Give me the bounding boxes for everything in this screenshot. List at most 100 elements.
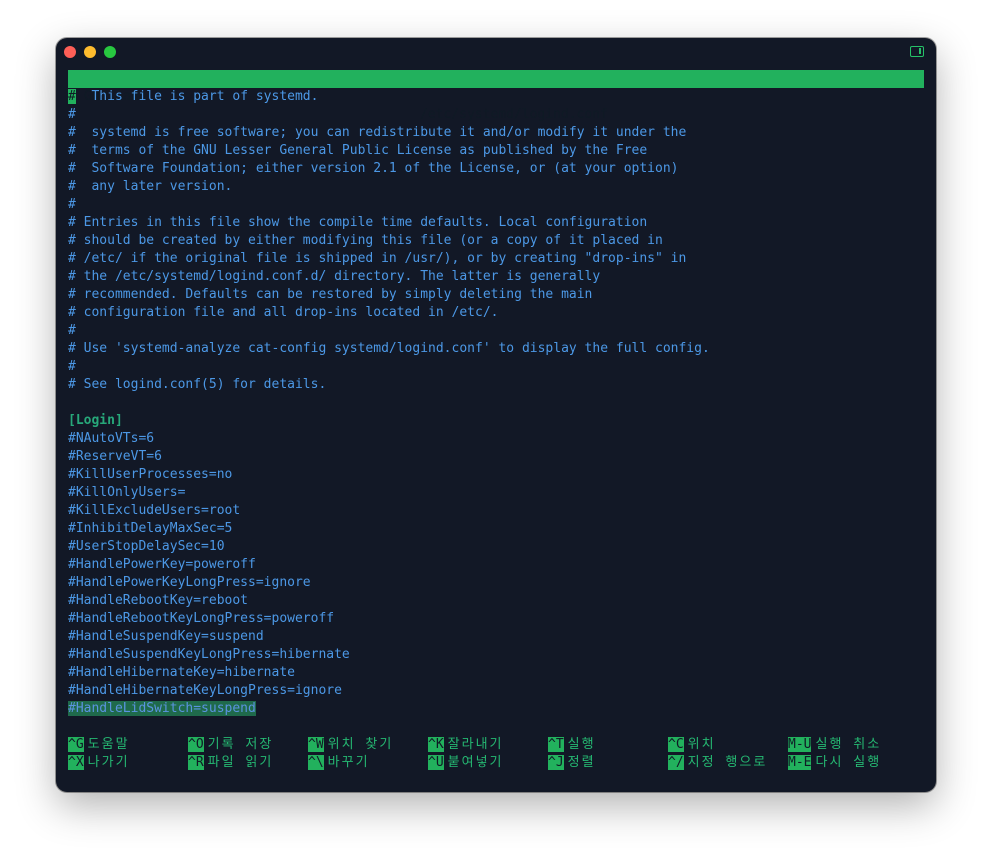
- file-line: #NAutoVTs=6: [68, 430, 154, 448]
- shortcut-item[interactable]: ^G 도움말: [68, 736, 130, 754]
- file-line: #HandleHibernateKey=hibernate: [68, 664, 295, 682]
- line-text: #: [68, 197, 76, 212]
- shortcut-label: 실행: [567, 737, 596, 752]
- shortcut-key: ^/: [668, 755, 684, 770]
- file-line: # systemd is free software; you can redi…: [68, 124, 686, 142]
- file-line: #: [68, 196, 76, 214]
- shortcut-label: 다시 실행: [815, 755, 882, 770]
- line-text: #NAutoVTs=6: [68, 431, 155, 446]
- file-line: #KillOnlyUsers=: [68, 484, 185, 502]
- file-line: #HandleSuspendKeyLongPress=hibernate: [68, 646, 350, 664]
- title-bar: [56, 38, 936, 68]
- line-text: # systemd is free software; you can redi…: [68, 125, 687, 140]
- zoom-window-button[interactable]: [104, 46, 116, 58]
- shortcut-item[interactable]: M-E 다시 실행: [788, 754, 881, 772]
- line-text: # terms of the GNU Lesser General Public…: [68, 143, 648, 158]
- shortcut-item[interactable]: ^X 나가기: [68, 754, 130, 772]
- line-text: #: [68, 107, 76, 122]
- shortcut-item[interactable]: ^R 파일 읽기: [188, 754, 273, 772]
- shortcut-item[interactable]: ^W 위치 찾기: [308, 736, 393, 754]
- line-text: #: [68, 359, 76, 374]
- file-line: # configuration file and all drop-ins lo…: [68, 304, 498, 322]
- shortcut-key: ^T: [548, 737, 564, 752]
- line-text: # should be created by either modifying …: [68, 233, 663, 248]
- shortcut-label: 나가기: [87, 755, 130, 770]
- line-text: #HandlePowerKeyLongPress=ignore: [68, 575, 311, 590]
- file-line: #InhibitDelayMaxSec=5: [68, 520, 232, 538]
- shortcut-item[interactable]: ^K 잘라내기: [428, 736, 504, 754]
- shortcut-key: ^X: [68, 755, 84, 770]
- shortcut-label: 도움말: [87, 737, 130, 752]
- shortcut-label: 정렬: [567, 755, 596, 770]
- shortcut-key: M-E: [788, 755, 812, 770]
- shortcut-item[interactable]: ^J 정렬: [548, 754, 596, 772]
- line-text: [Login]: [68, 413, 123, 428]
- text-cursor: #: [68, 89, 76, 104]
- shortcut-key: ^\: [308, 755, 324, 770]
- shortcut-label: 위치 찾기: [327, 737, 394, 752]
- file-line: # Use 'systemd-analyze cat-config system…: [68, 340, 710, 358]
- shortcut-key: ^K: [428, 737, 444, 752]
- shortcut-key: ^R: [188, 755, 204, 770]
- shortcut-item[interactable]: ^C 위치: [668, 736, 716, 754]
- file-line: #HandleRebootKeyLongPress=poweroff: [68, 610, 334, 628]
- shortcut-item[interactable]: ^T 실행: [548, 736, 596, 754]
- file-line: # See logind.conf(5) for details.: [68, 376, 326, 394]
- file-line: #ReserveVT=6: [68, 448, 162, 466]
- file-line: #HandlePowerKey=poweroff: [68, 556, 256, 574]
- line-text: # any later version.: [68, 179, 233, 194]
- shortcut-label: 붙여넣기: [447, 755, 504, 770]
- shortcut-label: 실행 취소: [815, 737, 882, 752]
- shortcut-label: 기록 저장: [207, 737, 274, 752]
- shortcut-item[interactable]: ^O 기록 저장: [188, 736, 273, 754]
- nano-editor[interactable]: GNU nano 7.2 /etc/systemd/logind.conf # …: [68, 70, 924, 780]
- line-text: #KillExcludeUsers=root: [68, 503, 241, 518]
- sidebar-toggle-icon[interactable]: [910, 46, 924, 57]
- line-text: #: [68, 323, 76, 338]
- file-line: #: [68, 322, 76, 340]
- line-text: #HandleHibernateKeyLongPress=ignore: [68, 683, 342, 698]
- shortcut-key: ^J: [548, 755, 564, 770]
- shortcut-item[interactable]: M-U 실행 취소: [788, 736, 881, 754]
- shortcut-item[interactable]: ^U 붙여넣기: [428, 754, 504, 772]
- shortcut-label: 위치: [687, 737, 716, 752]
- file-line: #KillExcludeUsers=root: [68, 502, 240, 520]
- file-line: #HandleSuspendKey=suspend: [68, 628, 264, 646]
- file-line: # any later version.: [68, 178, 232, 196]
- shortcut-key: ^G: [68, 737, 84, 752]
- shortcut-key: M-U: [788, 737, 812, 752]
- line-text: # Use 'systemd-analyze cat-config system…: [68, 341, 710, 356]
- line-text: # Entries in this file show the compile …: [68, 215, 648, 230]
- line-text: #HandleSuspendKeyLongPress=hibernate: [68, 647, 350, 662]
- line-text: # /etc/ if the original file is shipped …: [68, 251, 687, 266]
- line-text: # the /etc/systemd/logind.conf.d/ direct…: [68, 269, 601, 284]
- close-window-button[interactable]: [64, 46, 76, 58]
- file-line: #: [68, 106, 76, 124]
- shortcut-label: 바꾸기: [327, 755, 370, 770]
- shortcut-label: 잘라내기: [447, 737, 504, 752]
- shortcut-label: 파일 읽기: [207, 755, 274, 770]
- line-text: #HandleRebootKey=reboot: [68, 593, 249, 608]
- file-line: [Login]: [68, 412, 123, 430]
- line-text: # Software Foundation; either version 2.…: [68, 161, 679, 176]
- file-line: #UserStopDelaySec=10: [68, 538, 225, 556]
- shortcut-item[interactable]: ^\ 바꾸기: [308, 754, 370, 772]
- line-text: #InhibitDelayMaxSec=5: [68, 521, 233, 536]
- line-text: This file is part of systemd.: [75, 89, 319, 104]
- file-line: # should be created by either modifying …: [68, 232, 663, 250]
- shortcut-label: 지정 행으로: [687, 755, 768, 770]
- nano-header-bar: GNU nano 7.2 /etc/systemd/logind.conf: [68, 70, 924, 122]
- minimize-window-button[interactable]: [84, 46, 96, 58]
- line-text: #HandleLidSwitch=suspend: [68, 701, 256, 716]
- line-text: #HandlePowerKey=poweroff: [68, 557, 256, 572]
- line-text: # See logind.conf(5) for details.: [68, 377, 327, 392]
- file-line: # terms of the GNU Lesser General Public…: [68, 142, 647, 160]
- shortcut-item[interactable]: ^/지정 행으로: [668, 754, 767, 772]
- line-text: #ReserveVT=6: [68, 449, 162, 464]
- file-line: # recommended. Defaults can be restored …: [68, 286, 592, 304]
- file-line: # This file is part of systemd.: [68, 88, 318, 106]
- file-line: #KillUserProcesses=no: [68, 466, 232, 484]
- file-line: # Software Foundation; either version 2.…: [68, 160, 678, 178]
- file-line: #HandleLidSwitch=suspend: [68, 700, 256, 718]
- line-text: #KillOnlyUsers=: [68, 485, 186, 500]
